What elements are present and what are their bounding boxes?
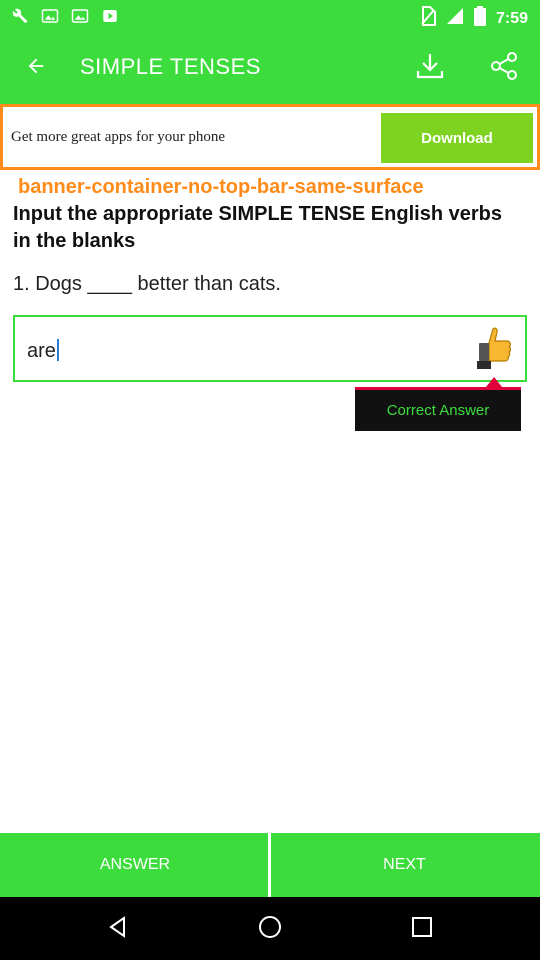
quiz-instructions: Input the appropriate SIMPLE TENSE Engli… xyxy=(13,203,502,252)
nav-recents-icon xyxy=(411,916,433,943)
nav-recents-button[interactable] xyxy=(402,909,442,949)
page-title: SIMPLE TENSES xyxy=(80,54,261,79)
back-arrow-icon xyxy=(25,55,47,82)
image-icon xyxy=(40,6,60,26)
battery-icon xyxy=(473,6,486,31)
share-icon xyxy=(489,51,519,86)
wrench-icon xyxy=(10,6,30,26)
answer-input[interactable]: are xyxy=(13,315,527,382)
play-store-icon xyxy=(100,6,120,26)
app-bar: SIMPLE TENSES xyxy=(0,32,540,104)
next-button[interactable]: NEXT xyxy=(271,833,538,897)
status-system: 7:59 xyxy=(420,6,528,31)
download-button[interactable] xyxy=(408,48,452,88)
image-icon xyxy=(70,6,90,26)
status-time: 7:59 xyxy=(495,9,528,27)
thumbs-up-icon xyxy=(475,325,515,371)
banner-container-label: banner-container-no-top-bar-same-surface xyxy=(18,176,424,198)
nav-back-icon xyxy=(106,915,130,944)
text-cursor xyxy=(56,339,59,361)
ad-banner[interactable]: Get more great apps for your phone Downl… xyxy=(0,104,540,170)
answer-button[interactable]: ANSWER xyxy=(2,833,268,897)
answer-input-value[interactable]: are xyxy=(27,339,59,363)
ad-banner-text: Get more great apps for your phone xyxy=(11,129,226,145)
download-icon xyxy=(415,51,445,86)
system-nav-bar xyxy=(0,897,540,960)
status-bar: 7:59 xyxy=(0,0,540,32)
ad-download-button[interactable]: Download xyxy=(381,113,533,163)
tooltip-arrow xyxy=(486,377,502,387)
no-sim-icon xyxy=(420,6,436,31)
bottom-bar: ANSWER NEXT xyxy=(0,833,540,897)
share-button[interactable] xyxy=(482,48,526,88)
nav-home-icon xyxy=(257,914,283,945)
signal-icon xyxy=(446,7,464,30)
nav-back-button[interactable] xyxy=(98,909,138,949)
status-notifications xyxy=(10,6,120,26)
nav-home-button[interactable] xyxy=(250,909,290,949)
correct-answer-tooltip: Correct Answer xyxy=(355,387,521,431)
quiz-question: 1. Dogs ____ better than cats. xyxy=(13,273,281,295)
back-button[interactable] xyxy=(16,48,56,88)
